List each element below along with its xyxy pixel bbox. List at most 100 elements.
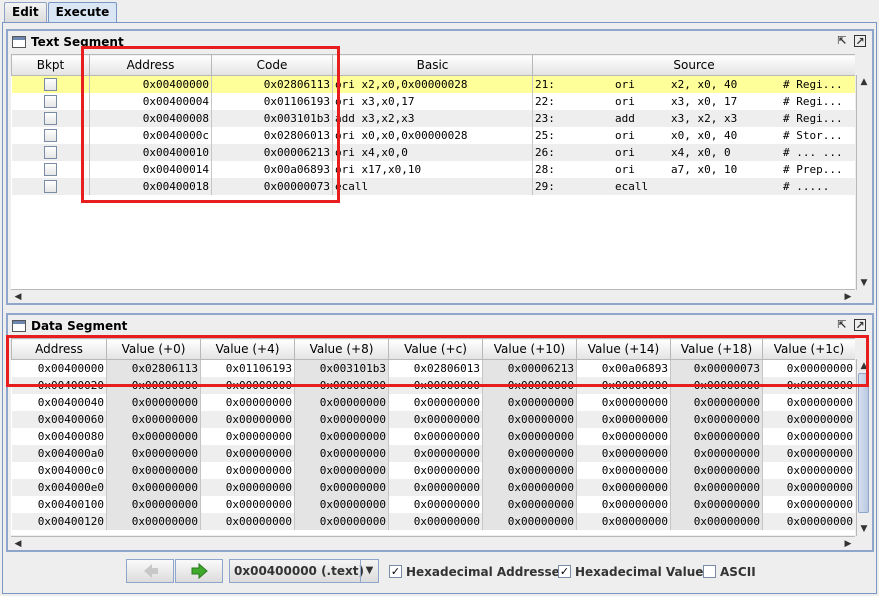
scroll-up-icon[interactable]: ▲ <box>857 359 871 373</box>
column-header-bkpt[interactable]: Bkpt <box>11 54 90 76</box>
value-cell[interactable]: 0x00000000 <box>670 444 763 462</box>
value-cell[interactable]: 0x00000000 <box>576 461 671 479</box>
value-cell[interactable]: 0x00000000 <box>106 495 201 513</box>
value-cell[interactable]: 0x00000000 <box>200 427 295 445</box>
value-cell[interactable]: 0x00000000 <box>294 512 389 530</box>
value-cell[interactable]: 0x00000000 <box>762 461 855 479</box>
column-header-basic[interactable]: Basic <box>332 54 533 76</box>
table-row[interactable]: 0x004000e0 0x00000000 0x00000000 0x00000000… <box>11 478 855 496</box>
value-cell[interactable]: 0x003101b3 <box>294 359 389 377</box>
value-cell[interactable]: 0x00000000 <box>670 376 763 394</box>
value-cell[interactable]: 0x00000000 <box>762 410 855 428</box>
value-cell[interactable]: 0x00000000 <box>388 512 483 530</box>
minimize-icon[interactable]: ⇱ <box>836 35 848 47</box>
value-cell[interactable]: 0x00000000 <box>482 427 577 445</box>
value-cell[interactable]: 0x00000000 <box>388 461 483 479</box>
value-cell[interactable]: 0x00000000 <box>576 512 671 530</box>
scroll-down-icon[interactable]: ▼ <box>857 522 871 536</box>
table-row[interactable]: 0x004000c0 0x00000000 0x00000000 0x00000000… <box>11 461 855 479</box>
value-cell[interactable]: 0x00000000 <box>388 376 483 394</box>
value-cell[interactable]: 0x00000000 <box>106 444 201 462</box>
value-cell[interactable]: 0x00000073 <box>670 359 763 377</box>
address-select[interactable]: 0x00400000 (.text) ▼ <box>229 559 379 583</box>
value-cell[interactable]: 0x00000000 <box>670 393 763 411</box>
value-cell[interactable]: 0x00000000 <box>482 461 577 479</box>
value-cell[interactable]: 0x00a06893 <box>576 359 671 377</box>
value-cell[interactable]: 0x00000000 <box>388 393 483 411</box>
table-row[interactable]: 0x00400000 0x02806113 ori x2,x0,0x00000028… <box>11 75 855 93</box>
column-header-value[interactable]: Value (+4) <box>200 338 295 360</box>
value-cell[interactable]: 0x00000000 <box>670 512 763 530</box>
value-cell[interactable]: 0x01106193 <box>200 359 295 377</box>
value-cell[interactable]: 0x00000000 <box>482 393 577 411</box>
value-cell[interactable]: 0x00000000 <box>482 478 577 496</box>
value-cell[interactable]: 0x00000000 <box>388 495 483 513</box>
value-cell[interactable]: 0x00000000 <box>388 444 483 462</box>
value-cell[interactable]: 0x00000000 <box>294 427 389 445</box>
tab-execute[interactable]: Execute <box>47 2 118 22</box>
value-cell[interactable]: 0x00000000 <box>482 376 577 394</box>
next-button[interactable] <box>175 559 223 583</box>
value-cell[interactable]: 0x00006213 <box>482 359 577 377</box>
data-segment-horizontal-scrollbar[interactable]: ◀ ▶ <box>11 536 855 550</box>
value-cell[interactable]: 0x00000000 <box>762 376 855 394</box>
value-cell[interactable]: 0x00000000 <box>200 410 295 428</box>
column-header-source[interactable]: Source <box>532 54 855 76</box>
column-header-value[interactable]: Value (+18) <box>670 338 763 360</box>
value-cell[interactable]: 0x00000000 <box>762 359 855 377</box>
breakpoint-checkbox[interactable] <box>43 128 57 142</box>
column-header-code[interactable]: Code <box>211 54 333 76</box>
value-cell[interactable]: 0x00000000 <box>388 478 483 496</box>
table-row[interactable]: 0x00400120 0x00000000 0x00000000 0x00000000… <box>11 512 855 530</box>
value-cell[interactable]: 0x00000000 <box>388 427 483 445</box>
chevron-down-icon[interactable]: ▼ <box>360 560 378 582</box>
breakpoint-checkbox[interactable] <box>43 94 57 108</box>
column-header-address[interactable]: Address <box>89 54 212 76</box>
breakpoint-checkbox[interactable] <box>43 111 57 125</box>
value-cell[interactable]: 0x00000000 <box>762 495 855 513</box>
value-cell[interactable]: 0x00000000 <box>576 478 671 496</box>
scroll-thumb[interactable] <box>858 373 869 513</box>
hex-values-checkbox[interactable]: ✓ <box>558 565 571 578</box>
tab-edit[interactable]: Edit <box>4 2 47 22</box>
value-cell[interactable]: 0x00000000 <box>576 495 671 513</box>
maximize-icon[interactable]: ↗ <box>854 35 866 48</box>
value-cell[interactable]: 0x00000000 <box>670 427 763 445</box>
value-cell[interactable]: 0x00000000 <box>200 478 295 496</box>
value-cell[interactable]: 0x00000000 <box>670 410 763 428</box>
text-segment-horizontal-scrollbar[interactable]: ◀ ▶ <box>11 289 855 303</box>
column-header-value[interactable]: Value (+10) <box>482 338 577 360</box>
value-cell[interactable]: 0x00000000 <box>670 461 763 479</box>
scroll-down-icon[interactable]: ▼ <box>857 276 871 290</box>
table-row[interactable]: 0x004000a0 0x00000000 0x00000000 0x00000000… <box>11 444 855 462</box>
value-cell[interactable]: 0x00000000 <box>106 512 201 530</box>
value-cell[interactable]: 0x00000000 <box>388 410 483 428</box>
value-cell[interactable]: 0x00000000 <box>294 495 389 513</box>
value-cell[interactable]: 0x00000000 <box>200 393 295 411</box>
value-cell[interactable]: 0x00000000 <box>200 376 295 394</box>
value-cell[interactable]: 0x00000000 <box>762 444 855 462</box>
breakpoint-checkbox[interactable] <box>43 179 57 193</box>
value-cell[interactable]: 0x00000000 <box>294 376 389 394</box>
table-row[interactable]: 0x00400018 0x00000073 ecall 29: ecall # ..... <box>11 177 855 195</box>
value-cell[interactable]: 0x00000000 <box>482 410 577 428</box>
value-cell[interactable]: 0x02806013 <box>388 359 483 377</box>
previous-button[interactable] <box>126 559 174 583</box>
data-segment-vertical-scrollbar[interactable]: ▲ ▼ <box>856 359 870 536</box>
data-segment-titlebar[interactable]: Data Segment ⇱ ↗ <box>8 315 872 335</box>
table-row[interactable]: 0x00400080 0x00000000 0x00000000 0x00000000… <box>11 427 855 445</box>
value-cell[interactable]: 0x00000000 <box>762 512 855 530</box>
ascii-checkbox[interactable] <box>703 565 716 578</box>
scroll-right-icon[interactable]: ▶ <box>841 290 855 304</box>
column-header-value[interactable]: Value (+0) <box>106 338 201 360</box>
scroll-up-icon[interactable]: ▲ <box>857 75 871 89</box>
column-header-value[interactable]: Value (+14) <box>576 338 671 360</box>
table-row[interactable]: 0x00400040 0x00000000 0x00000000 0x00000000… <box>11 393 855 411</box>
scroll-left-icon[interactable]: ◀ <box>11 537 25 551</box>
value-cell[interactable]: 0x00000000 <box>294 444 389 462</box>
scroll-left-icon[interactable]: ◀ <box>11 290 25 304</box>
value-cell[interactable]: 0x00000000 <box>106 478 201 496</box>
value-cell[interactable]: 0x00000000 <box>106 393 201 411</box>
value-cell[interactable]: 0x02806113 <box>106 359 201 377</box>
value-cell[interactable]: 0x00000000 <box>106 427 201 445</box>
